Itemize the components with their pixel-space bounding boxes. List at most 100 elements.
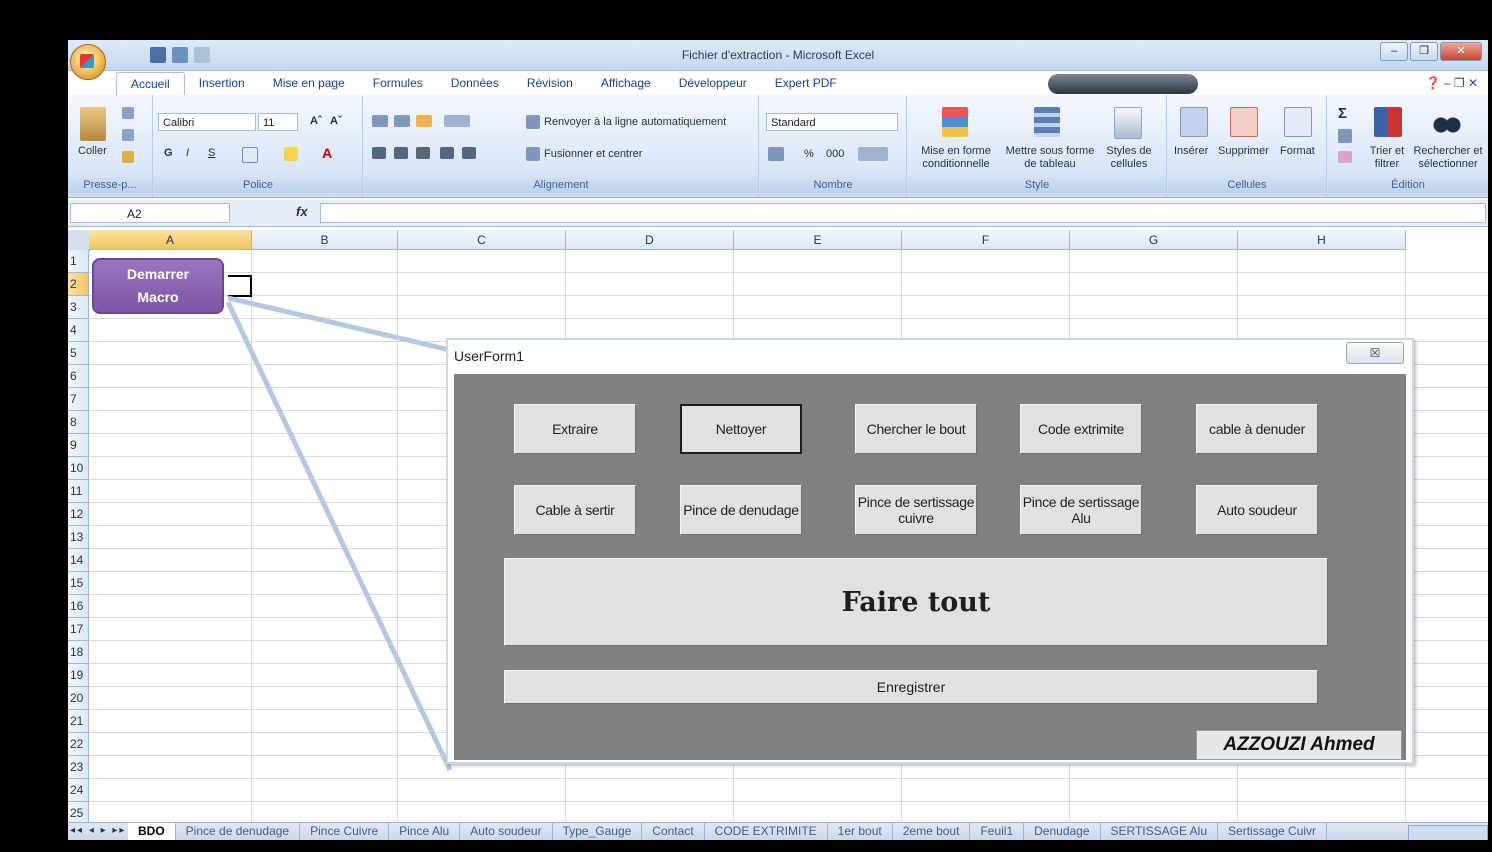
- currency-icon[interactable]: [768, 147, 784, 161]
- userform-close-button[interactable]: ☒: [1346, 342, 1404, 364]
- find-select-button[interactable]: Rechercher et sélectionner: [1410, 145, 1486, 171]
- delete-cells-icon[interactable]: [1230, 107, 1258, 137]
- tab-accueil[interactable]: Accueil: [116, 72, 185, 95]
- tab-insertion[interactable]: Insertion: [185, 72, 259, 94]
- sheet-tab[interactable]: BDO: [128, 823, 176, 840]
- row-header-22[interactable]: 22: [68, 733, 89, 756]
- select-all-corner[interactable]: [68, 230, 90, 251]
- copy-icon[interactable]: [122, 129, 134, 141]
- sheet-tab[interactable]: Pince Alu: [389, 823, 461, 840]
- row-header-20[interactable]: 20: [68, 687, 89, 710]
- auto-soudeur-button[interactable]: Auto soudeur: [1196, 485, 1318, 535]
- minimize-button[interactable]: –: [1380, 42, 1408, 61]
- tab-expert-pdf[interactable]: Expert PDF: [761, 72, 851, 94]
- office-button[interactable]: [70, 44, 106, 80]
- row-header-24[interactable]: 24: [68, 779, 89, 802]
- sheet-tab[interactable]: SERTISSAGE Alu: [1101, 823, 1219, 840]
- format-cells-button[interactable]: Format: [1280, 145, 1315, 157]
- row-header-10[interactable]: 10: [68, 457, 89, 480]
- close-button[interactable]: ✕: [1440, 42, 1482, 61]
- align-middle-icon[interactable]: [394, 115, 410, 127]
- cable-sertir-button[interactable]: Cable à sertir: [514, 485, 636, 535]
- cell-styles-button[interactable]: Styles de cellules: [1102, 145, 1156, 171]
- row-header-7[interactable]: 7: [68, 388, 89, 411]
- wrap-text-button[interactable]: Renvoyer à la ligne automatiquement: [544, 116, 726, 128]
- sheet-tab[interactable]: Sertissage Cuivr: [1218, 823, 1328, 840]
- pince-sertissage-cuivre-button[interactable]: Pince de sertissage cuivre: [855, 485, 977, 535]
- column-header-b[interactable]: B: [252, 230, 398, 250]
- row-header-16[interactable]: 16: [68, 595, 89, 618]
- faire-tout-button[interactable]: Faire tout: [504, 558, 1328, 646]
- sheet-nav-arrows[interactable]: ◂◂ ◂ ▸ ▸▸: [70, 825, 126, 836]
- row-header-13[interactable]: 13: [68, 526, 89, 549]
- sheet-tab[interactable]: 2eme bout: [893, 823, 971, 840]
- row-header-9[interactable]: 9: [68, 434, 89, 457]
- tab-formules[interactable]: Formules: [359, 72, 437, 94]
- name-box[interactable]: A2: [70, 203, 230, 223]
- merge-center-button[interactable]: Fusionner et centrer: [544, 148, 642, 160]
- function-icon[interactable]: fx: [296, 204, 308, 219]
- cell-styles-icon[interactable]: [1114, 107, 1142, 139]
- paste-icon[interactable]: [80, 107, 106, 141]
- tab-donnees[interactable]: Données: [437, 72, 513, 94]
- column-header-c[interactable]: C: [398, 230, 566, 250]
- row-header-6[interactable]: 6: [68, 365, 89, 388]
- format-table-icon[interactable]: [1034, 107, 1060, 137]
- pdf-toolbar[interactable]: [1048, 74, 1198, 94]
- column-header-f[interactable]: F: [902, 230, 1070, 250]
- column-header-h[interactable]: H: [1238, 230, 1406, 250]
- extraire-button[interactable]: Extraire: [514, 404, 636, 454]
- sheet-tab[interactable]: Type_Gauge: [553, 823, 643, 840]
- formula-input[interactable]: [320, 203, 1486, 223]
- align-bottom-icon[interactable]: [416, 115, 432, 127]
- sort-filter-icon[interactable]: [1374, 107, 1402, 137]
- grow-font-button[interactable]: Aˆ: [310, 115, 322, 127]
- row-header-3[interactable]: 3: [68, 296, 89, 319]
- row-header-18[interactable]: 18: [68, 641, 89, 664]
- conditional-format-icon[interactable]: [942, 107, 968, 137]
- row-header-19[interactable]: 19: [68, 664, 89, 687]
- cut-icon[interactable]: [122, 107, 134, 119]
- autosum-button[interactable]: Σ: [1338, 105, 1347, 122]
- align-center-icon[interactable]: [394, 147, 408, 159]
- start-macro-button[interactable]: Demarrer Macro: [92, 258, 224, 314]
- row-header-17[interactable]: 17: [68, 618, 89, 641]
- increase-indent-icon[interactable]: [462, 147, 476, 159]
- conditional-format-button[interactable]: Mise en forme conditionnelle: [914, 145, 998, 171]
- tab-affichage[interactable]: Affichage: [587, 72, 665, 94]
- chercher-bout-button[interactable]: Chercher le bout: [855, 404, 977, 454]
- sheet-tab[interactable]: 1er bout: [828, 823, 893, 840]
- number-format-select[interactable]: Standard: [766, 113, 898, 131]
- tab-developpeur[interactable]: Développeur: [665, 72, 761, 94]
- paste-label[interactable]: Coller: [78, 145, 107, 157]
- tab-revision[interactable]: Révision: [513, 72, 587, 94]
- tab-mise-en-page[interactable]: Mise en page: [259, 72, 359, 94]
- thousands-button[interactable]: 000: [826, 148, 844, 160]
- sheet-tab[interactable]: CODE EXTRIMITE: [705, 823, 828, 840]
- format-painter-icon[interactable]: [122, 151, 134, 163]
- italic-button[interactable]: I: [186, 147, 189, 159]
- format-cells-icon[interactable]: [1284, 107, 1312, 137]
- nettoyer-button[interactable]: Nettoyer: [680, 404, 802, 454]
- decrease-indent-icon[interactable]: [440, 147, 454, 159]
- orientation-icon[interactable]: [444, 115, 470, 127]
- align-left-icon[interactable]: [372, 147, 386, 159]
- selected-cell[interactable]: [228, 275, 252, 297]
- column-header-d[interactable]: D: [566, 230, 734, 250]
- column-header-g[interactable]: G: [1070, 230, 1238, 250]
- insert-cells-button[interactable]: Insérer: [1174, 145, 1208, 157]
- sort-filter-button[interactable]: Trier et filtrer: [1366, 145, 1408, 171]
- sheet-tab[interactable]: Denudage: [1024, 823, 1101, 840]
- insert-cells-icon[interactable]: [1180, 107, 1208, 137]
- enregistrer-button[interactable]: Enregistrer: [504, 670, 1318, 704]
- font-color-button[interactable]: A: [322, 145, 332, 161]
- row-header-11[interactable]: 11: [68, 480, 89, 503]
- underline-button[interactable]: S: [208, 147, 215, 159]
- code-extrimite-button[interactable]: Code extrimite: [1020, 404, 1142, 454]
- pince-denudage-button[interactable]: Pince de denudage: [680, 485, 802, 535]
- align-top-icon[interactable]: [372, 115, 388, 127]
- horizontal-scrollbar[interactable]: [1408, 825, 1488, 840]
- column-header-e[interactable]: E: [734, 230, 902, 250]
- decimal-icon[interactable]: [858, 147, 888, 161]
- sheet-tab[interactable]: Pince de denudage: [176, 823, 301, 840]
